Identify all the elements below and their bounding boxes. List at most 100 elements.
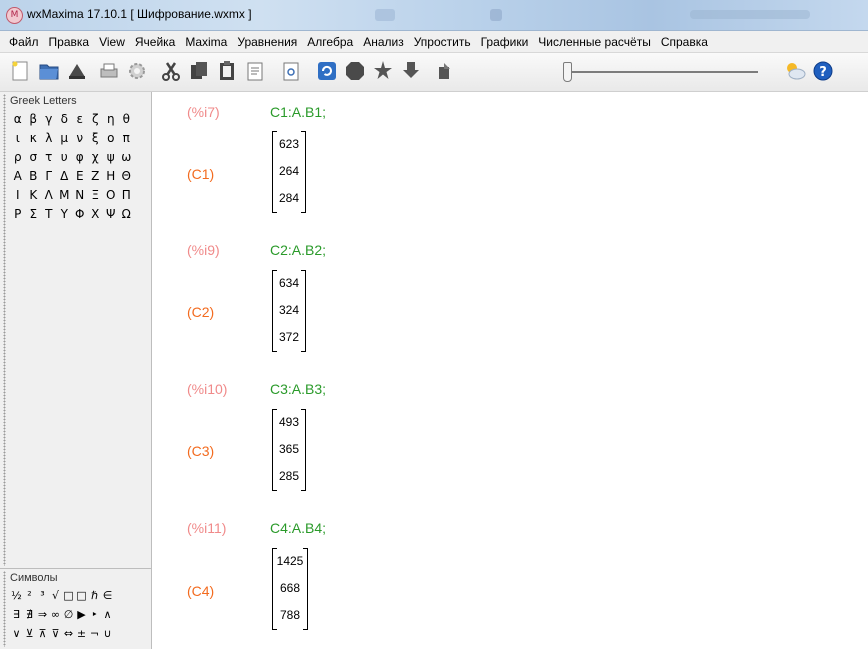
symbol-button[interactable]: √ xyxy=(49,589,62,602)
print-icon[interactable] xyxy=(96,58,122,84)
collapse-icon[interactable] xyxy=(398,58,424,84)
new-document-icon[interactable] xyxy=(7,58,33,84)
copy-icon[interactable] xyxy=(186,58,212,84)
greek-letter-button[interactable]: Φ xyxy=(72,207,88,221)
greek-letter-button[interactable]: η xyxy=(103,112,119,126)
panel-grip[interactable] xyxy=(3,94,6,566)
paste-icon[interactable] xyxy=(214,58,240,84)
greek-letter-button[interactable]: ι xyxy=(10,131,26,145)
greek-letter-button[interactable]: ω xyxy=(119,150,135,164)
greek-letter-button[interactable]: Ι xyxy=(10,188,26,202)
greek-letter-button[interactable]: Ν xyxy=(72,188,88,202)
greek-letter-button[interactable]: Ζ xyxy=(88,169,104,183)
symbol-button[interactable]: ⊼ xyxy=(36,627,49,640)
menu-edit[interactable]: Правка xyxy=(44,35,95,49)
menu-plot[interactable]: Графики xyxy=(476,35,534,49)
symbol-button[interactable]: ∪ xyxy=(101,627,114,640)
symbol-button[interactable]: ⊻ xyxy=(23,627,36,640)
greek-letter-button[interactable]: Α xyxy=(10,169,26,183)
greek-letter-button[interactable]: Χ xyxy=(88,207,104,221)
greek-letter-button[interactable]: π xyxy=(119,131,135,145)
input-code[interactable]: C3:A.B3; xyxy=(270,381,326,397)
greek-letter-button[interactable]: ρ xyxy=(10,150,26,164)
greek-letter-button[interactable]: ο xyxy=(103,131,119,145)
greek-letter-button[interactable]: Τ xyxy=(41,207,57,221)
greek-letter-button[interactable]: Β xyxy=(26,169,42,183)
symbol-button[interactable]: ² xyxy=(23,589,36,602)
interrupt-icon[interactable] xyxy=(342,58,368,84)
menu-calculus[interactable]: Анализ xyxy=(358,35,409,49)
greek-letter-button[interactable]: Ο xyxy=(103,188,119,202)
config-gear-icon[interactable] xyxy=(124,58,150,84)
greek-letter-button[interactable]: φ xyxy=(72,150,88,164)
greek-letter-button[interactable]: θ xyxy=(119,112,135,126)
greek-letter-button[interactable]: υ xyxy=(57,150,73,164)
greek-letter-button[interactable]: ε xyxy=(72,112,88,126)
symbol-button[interactable]: ½ xyxy=(10,589,23,602)
step-icon[interactable] xyxy=(432,58,458,84)
greek-letter-button[interactable]: Δ xyxy=(57,169,73,183)
greek-letter-button[interactable]: Κ xyxy=(26,188,42,202)
greek-letter-button[interactable]: Λ xyxy=(41,188,57,202)
greek-letter-button[interactable]: Ψ xyxy=(103,207,119,221)
menu-simplify[interactable]: Упростить xyxy=(409,35,476,49)
symbol-button[interactable]: ³ xyxy=(36,589,49,602)
find-icon[interactable] xyxy=(278,58,304,84)
symbol-button[interactable]: ⊽ xyxy=(49,627,62,640)
greek-letter-button[interactable]: τ xyxy=(41,150,57,164)
symbol-button[interactable]: ‣ xyxy=(88,608,101,621)
menu-equations[interactable]: Уравнения xyxy=(232,35,302,49)
menu-file[interactable]: Файл xyxy=(4,35,44,49)
menu-cell[interactable]: Ячейка xyxy=(130,35,180,49)
symbol-button[interactable]: ℏ xyxy=(88,589,101,602)
input-code[interactable]: C1:A.B1; xyxy=(270,104,326,120)
save-icon[interactable] xyxy=(64,58,90,84)
weather-icon[interactable] xyxy=(782,58,808,84)
select-all-icon[interactable] xyxy=(242,58,268,84)
greek-letter-button[interactable]: Π xyxy=(119,188,135,202)
symbol-button[interactable]: ∧ xyxy=(101,608,114,621)
menu-numeric[interactable]: Численные расчёты xyxy=(533,35,656,49)
greek-letter-button[interactable]: Ω xyxy=(119,207,135,221)
greek-letter-button[interactable]: β xyxy=(26,112,42,126)
greek-letter-button[interactable]: Μ xyxy=(57,188,73,202)
greek-letter-button[interactable]: μ xyxy=(57,131,73,145)
animation-slider-thumb[interactable] xyxy=(563,62,572,82)
restart-icon[interactable] xyxy=(314,58,340,84)
symbol-button[interactable]: ∞ xyxy=(49,608,62,621)
greek-letter-button[interactable]: γ xyxy=(41,112,57,126)
symbol-button[interactable]: □ xyxy=(75,589,88,602)
input-code[interactable]: C2:A.B2; xyxy=(270,242,326,258)
greek-letter-button[interactable]: κ xyxy=(26,131,42,145)
open-folder-icon[interactable] xyxy=(36,58,62,84)
greek-letter-button[interactable]: σ xyxy=(26,150,42,164)
greek-letter-button[interactable]: Ε xyxy=(72,169,88,183)
symbol-button[interactable]: ∃ xyxy=(10,608,23,621)
greek-letter-button[interactable]: δ xyxy=(57,112,73,126)
panel-grip[interactable] xyxy=(3,571,6,647)
menu-help[interactable]: Справка xyxy=(656,35,713,49)
symbol-button[interactable]: ∄ xyxy=(23,608,36,621)
greek-letter-button[interactable]: Ξ xyxy=(88,188,104,202)
greek-letter-button[interactable]: α xyxy=(10,112,26,126)
symbol-button[interactable]: ¬ xyxy=(88,627,101,640)
greek-letter-button[interactable]: Σ xyxy=(26,207,42,221)
greek-letter-button[interactable]: ψ xyxy=(103,150,119,164)
symbol-button[interactable]: ⇔ xyxy=(62,627,75,640)
symbol-button[interactable]: ∅ xyxy=(62,608,75,621)
menu-algebra[interactable]: Алгебра xyxy=(302,35,358,49)
greek-letter-button[interactable]: λ xyxy=(41,131,57,145)
animation-slider-track[interactable] xyxy=(563,71,758,73)
greek-letter-button[interactable]: Ρ xyxy=(10,207,26,221)
menu-view[interactable]: View xyxy=(94,35,130,49)
greek-letter-button[interactable]: ξ xyxy=(88,131,104,145)
menu-maxima[interactable]: Maxima xyxy=(180,35,232,49)
greek-letter-button[interactable]: ζ xyxy=(88,112,104,126)
greek-letter-button[interactable]: ν xyxy=(72,131,88,145)
greek-letter-button[interactable]: Υ xyxy=(57,207,73,221)
evaluate-icon[interactable] xyxy=(370,58,396,84)
symbol-button[interactable]: ⇒ xyxy=(36,608,49,621)
worksheet[interactable] xyxy=(153,92,868,649)
cut-icon[interactable] xyxy=(158,58,184,84)
symbol-button[interactable]: ∨ xyxy=(10,627,23,640)
